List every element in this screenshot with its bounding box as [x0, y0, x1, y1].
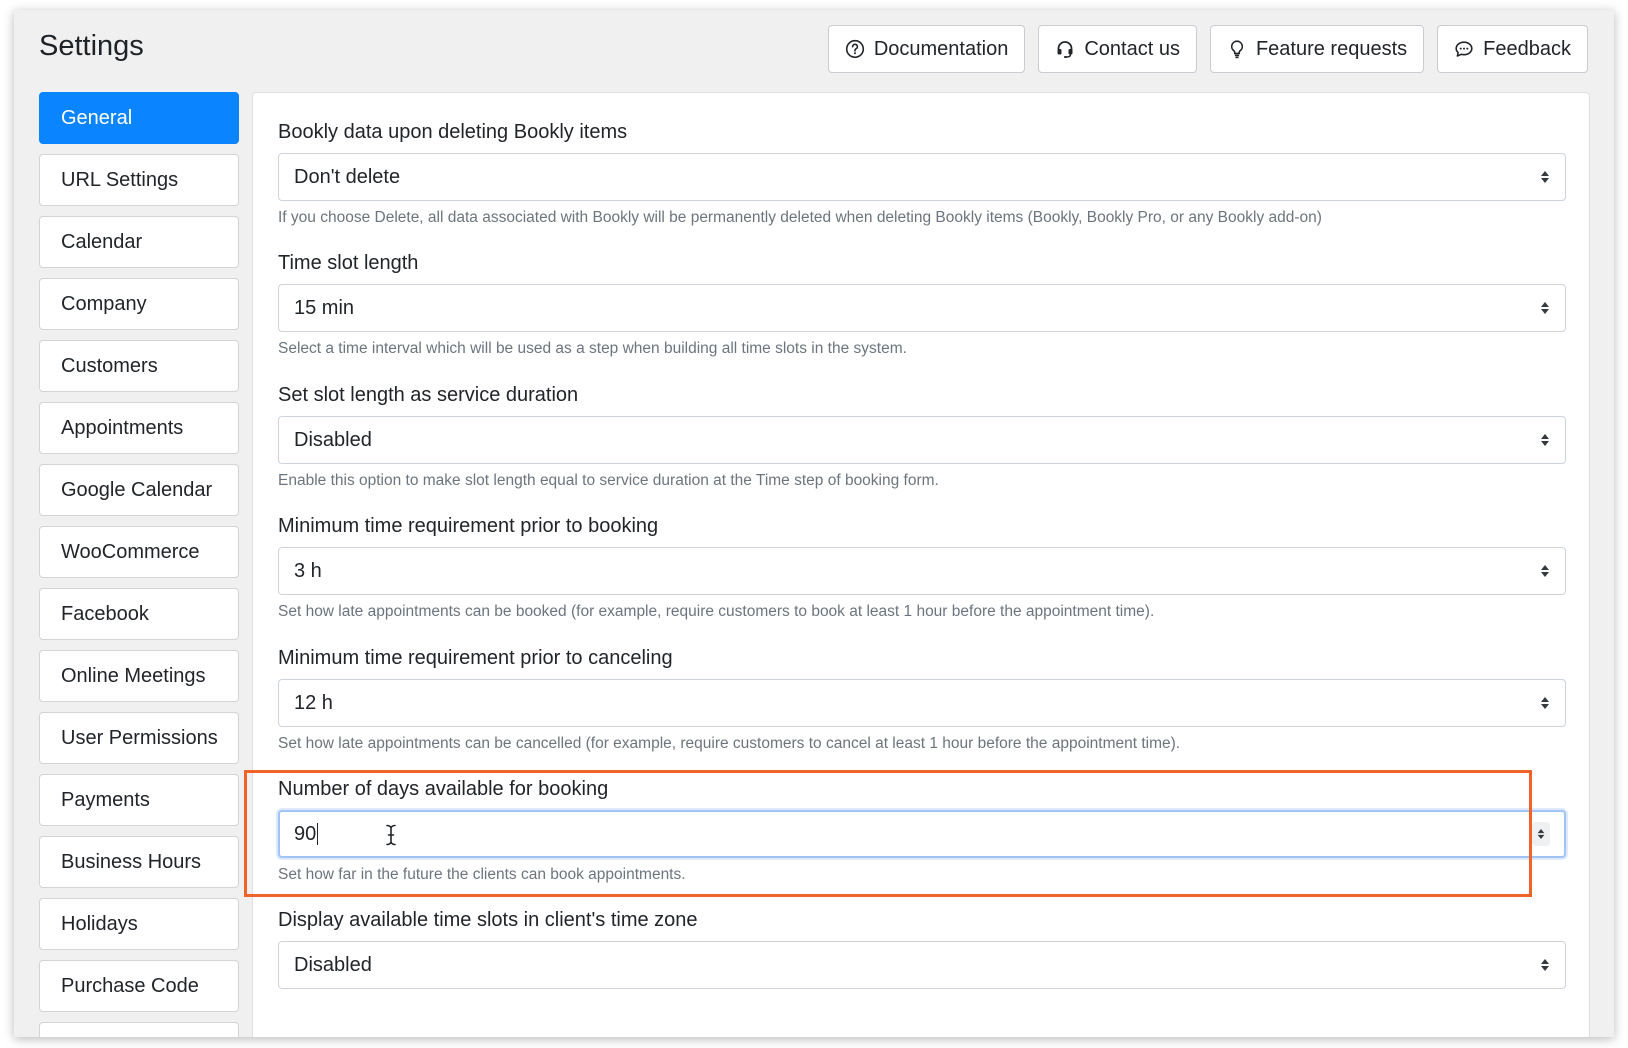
- general-settings-panel: Bookly data upon deleting Bookly items D…: [252, 92, 1590, 1037]
- number-spinner[interactable]: [1532, 822, 1550, 846]
- field-help: Select a time interval which will be use…: [278, 340, 907, 357]
- spinner-arrows-icon: [1537, 829, 1545, 839]
- setting-time-slot-length: Time slot length 15 min Select a time in…: [278, 248, 1566, 359]
- setting-min-time-booking: Minimum time requirement prior to bookin…: [278, 511, 1566, 622]
- select-value: 12 h: [294, 691, 333, 714]
- field-label: Bookly data upon deleting Bookly items: [278, 121, 628, 143]
- select-value: Don't delete: [294, 165, 401, 188]
- sidebar-item-purchase-code[interactable]: Purchase Code: [39, 960, 239, 1012]
- headset-icon: [1055, 39, 1075, 59]
- slot-length-service-duration-select[interactable]: Disabled: [278, 416, 1566, 464]
- sidebar-item-google-calendar[interactable]: Google Calendar: [39, 464, 239, 516]
- sidebar-item-woocommerce[interactable]: WooCommerce: [39, 526, 239, 578]
- sidebar-item-calendar[interactable]: Calendar: [39, 216, 239, 268]
- settings-window: Settings Documentation Contact us Featur…: [14, 10, 1614, 1037]
- field-label: Minimum time requirement prior to cancel…: [278, 647, 673, 669]
- feature-requests-label: Feature requests: [1255, 37, 1408, 60]
- field-help: Set how far in the future the clients ca…: [278, 866, 686, 883]
- contact-us-button[interactable]: Contact us: [1038, 25, 1197, 73]
- field-label: Minimum time requirement prior to bookin…: [278, 515, 659, 537]
- sidebar-item-customers[interactable]: Customers: [39, 340, 239, 392]
- sidebar-item-online-meetings[interactable]: Online Meetings: [39, 650, 239, 702]
- client-time-zone-select[interactable]: Disabled: [278, 941, 1566, 989]
- select-arrows-icon: [1541, 565, 1549, 577]
- setting-days-available: Number of days available for booking 90 …: [278, 774, 1566, 885]
- documentation-label: Documentation: [873, 37, 1009, 60]
- select-arrows-icon: [1541, 697, 1549, 709]
- time-slot-length-select[interactable]: 15 min: [278, 284, 1566, 332]
- days-available-input[interactable]: 90: [278, 810, 1566, 858]
- input-value: 90: [294, 822, 317, 845]
- delete-data-select[interactable]: Don't delete: [278, 153, 1566, 201]
- select-arrows-icon: [1541, 434, 1549, 446]
- sidebar-item-url-settings[interactable]: URL Settings: [39, 154, 239, 206]
- chat-icon: [1454, 39, 1474, 59]
- sidebar-item-appointments[interactable]: Appointments: [39, 402, 239, 454]
- select-value: 15 min: [294, 296, 355, 319]
- select-arrows-icon: [1541, 171, 1549, 183]
- sidebar-item-facebook[interactable]: Facebook: [39, 588, 239, 640]
- setting-delete-data: Bookly data upon deleting Bookly items D…: [278, 117, 1566, 228]
- field-help: Set how late appointments can be cancell…: [278, 735, 1181, 752]
- select-value: 3 h: [294, 559, 322, 582]
- field-help: Enable this option to make slot length e…: [278, 472, 939, 489]
- settings-sidebar: General URL Settings Calendar Company Cu…: [39, 92, 239, 1037]
- sidebar-item-partial[interactable]: [39, 1022, 239, 1037]
- field-label: Time slot length: [278, 252, 419, 274]
- field-help: If you choose Delete, all data associate…: [278, 209, 1322, 226]
- documentation-button[interactable]: Documentation: [827, 25, 1026, 73]
- sidebar-item-holidays[interactable]: Holidays: [39, 898, 239, 950]
- sidebar-item-business-hours[interactable]: Business Hours: [39, 836, 239, 888]
- sidebar-item-general[interactable]: General: [39, 92, 239, 144]
- field-label: Display available time slots in client's…: [278, 909, 698, 931]
- select-value: Disabled: [294, 428, 372, 451]
- sidebar-item-user-permissions[interactable]: User Permissions: [39, 712, 239, 764]
- setting-min-time-canceling: Minimum time requirement prior to cancel…: [278, 643, 1566, 754]
- setting-client-time-zone: Display available time slots in client's…: [278, 905, 1566, 989]
- field-help: Set how late appointments can be booked …: [278, 603, 1155, 620]
- feature-requests-button[interactable]: Feature requests: [1209, 25, 1425, 73]
- text-caret: [317, 823, 319, 845]
- sidebar-item-company[interactable]: Company: [39, 278, 239, 330]
- setting-slot-length-service-duration: Set slot length as service duration Disa…: [278, 380, 1566, 491]
- select-arrows-icon: [1541, 959, 1549, 971]
- feedback-button[interactable]: Feedback: [1437, 25, 1588, 73]
- min-time-canceling-select[interactable]: 12 h: [278, 679, 1566, 727]
- header-actions: Documentation Contact us Feature request…: [827, 25, 1588, 73]
- select-arrows-icon: [1541, 302, 1549, 314]
- page-title: Settings: [39, 30, 144, 62]
- field-label: Number of days available for booking: [278, 778, 609, 800]
- question-circle-icon: [845, 39, 865, 59]
- ibeam-cursor-icon: [386, 824, 396, 846]
- min-time-booking-select[interactable]: 3 h: [278, 547, 1566, 595]
- contact-us-label: Contact us: [1084, 37, 1180, 60]
- lightbulb-icon: [1227, 39, 1247, 59]
- sidebar-item-payments[interactable]: Payments: [39, 774, 239, 826]
- field-label: Set slot length as service duration: [278, 384, 579, 406]
- select-value: Disabled: [294, 953, 372, 976]
- feedback-label: Feedback: [1483, 37, 1571, 60]
